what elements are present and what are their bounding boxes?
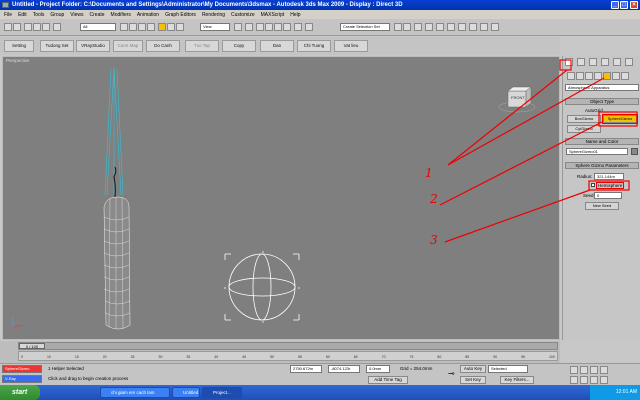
grid-size: Grid = 254.0mm [400,366,433,371]
tick-label: 65 [353,355,358,359]
vray-tab[interactable]: V-Ray [2,375,42,383]
tick-label: 15 [74,355,79,359]
prompt-line: Click and drag to begin creation process [48,376,129,381]
tick-label: 45 [242,355,247,359]
zoom-extents-icon[interactable] [590,366,598,374]
annotation-arrow-3 [444,189,591,243]
tick-label: 60 [325,355,330,359]
key-icon[interactable]: ⊸ [448,369,455,378]
tick-label: 90 [493,355,498,359]
annotation-arrow-2 [439,121,603,206]
tick-label: 25 [130,355,135,359]
taskbar-item-browser[interactable]: chi giam em cach lam [100,387,170,398]
annotation-arrow-1a [447,69,568,166]
status-bar: SphereGizmo V-Ray 1 Helper Selected Clic… [0,363,640,385]
tick-label: 0 [21,355,23,359]
timeline: 0 / 100 0 10 15 20 25 30 35 40 45 50 55 … [0,341,560,363]
annotation-1: 1 [425,166,433,180]
tick-label: 40 [214,355,219,359]
start-button[interactable]: start [0,385,40,400]
add-time-tag-button[interactable]: Add Time Tag [368,376,408,384]
tick-label: 100 [548,355,555,359]
zoom-icon[interactable] [570,366,578,374]
tick-label: 75 [409,355,414,359]
track-bar[interactable]: 0 10 15 20 25 30 35 40 45 50 55 60 65 70… [18,351,558,361]
tick-label: 55 [297,355,302,359]
zoom-extents-all-icon[interactable] [600,366,608,374]
field-of-view-icon[interactable] [570,376,578,384]
taskbar-item-untitled[interactable]: Untitled [172,387,200,398]
key-filters-button[interactable]: Key Filters... [500,376,534,384]
time-slider[interactable]: 0 / 100 [18,342,558,350]
x-coordinate-field[interactable]: 2750.672m [290,365,322,373]
tick-label: 30 [158,355,163,359]
zoom-all-icon[interactable] [580,366,588,374]
tick-label: 80 [437,355,442,359]
pan-view-icon[interactable] [580,376,588,384]
annotation-2: 2 [430,192,438,206]
selection-status: 1 Helper Selected [48,366,84,371]
tick-label: 35 [186,355,191,359]
annotation-3: 3 [430,233,438,247]
frame-counter[interactable]: 0 / 100 [19,343,45,349]
set-key-button[interactable]: Set Key [460,376,486,384]
tick-label: 95 [521,355,525,359]
taskbar: start chi giam em cach lam Untitled Proj… [0,385,640,400]
annotation-box-spheregizmo [598,111,638,127]
tick-label: 20 [102,355,107,359]
tick-label: 85 [465,355,470,359]
annotation-arrow-1b [447,77,605,166]
tick-label: 50 [270,355,274,359]
maxscript-listener[interactable]: SphereGizmo [2,365,42,373]
taskbar-item-project[interactable]: Project... [202,387,242,398]
annotation-box-hemisphere [588,180,630,191]
key-mode-select[interactable]: Selected [488,365,528,373]
y-coordinate-field[interactable]: -8074.123r [328,365,360,373]
annotation-overlay [439,59,638,243]
z-coordinate-field[interactable]: 0.0mm [366,365,390,373]
orbit-icon[interactable] [590,376,598,384]
auto-key-button[interactable]: Auto Key [460,365,486,373]
tick-label: 70 [381,355,386,359]
maximize-viewport-icon[interactable] [600,376,608,384]
annotation-box-create-tab [559,59,572,71]
system-tray-clock[interactable]: 12:01 AM [590,385,640,400]
tick-label: 10 [46,355,51,359]
